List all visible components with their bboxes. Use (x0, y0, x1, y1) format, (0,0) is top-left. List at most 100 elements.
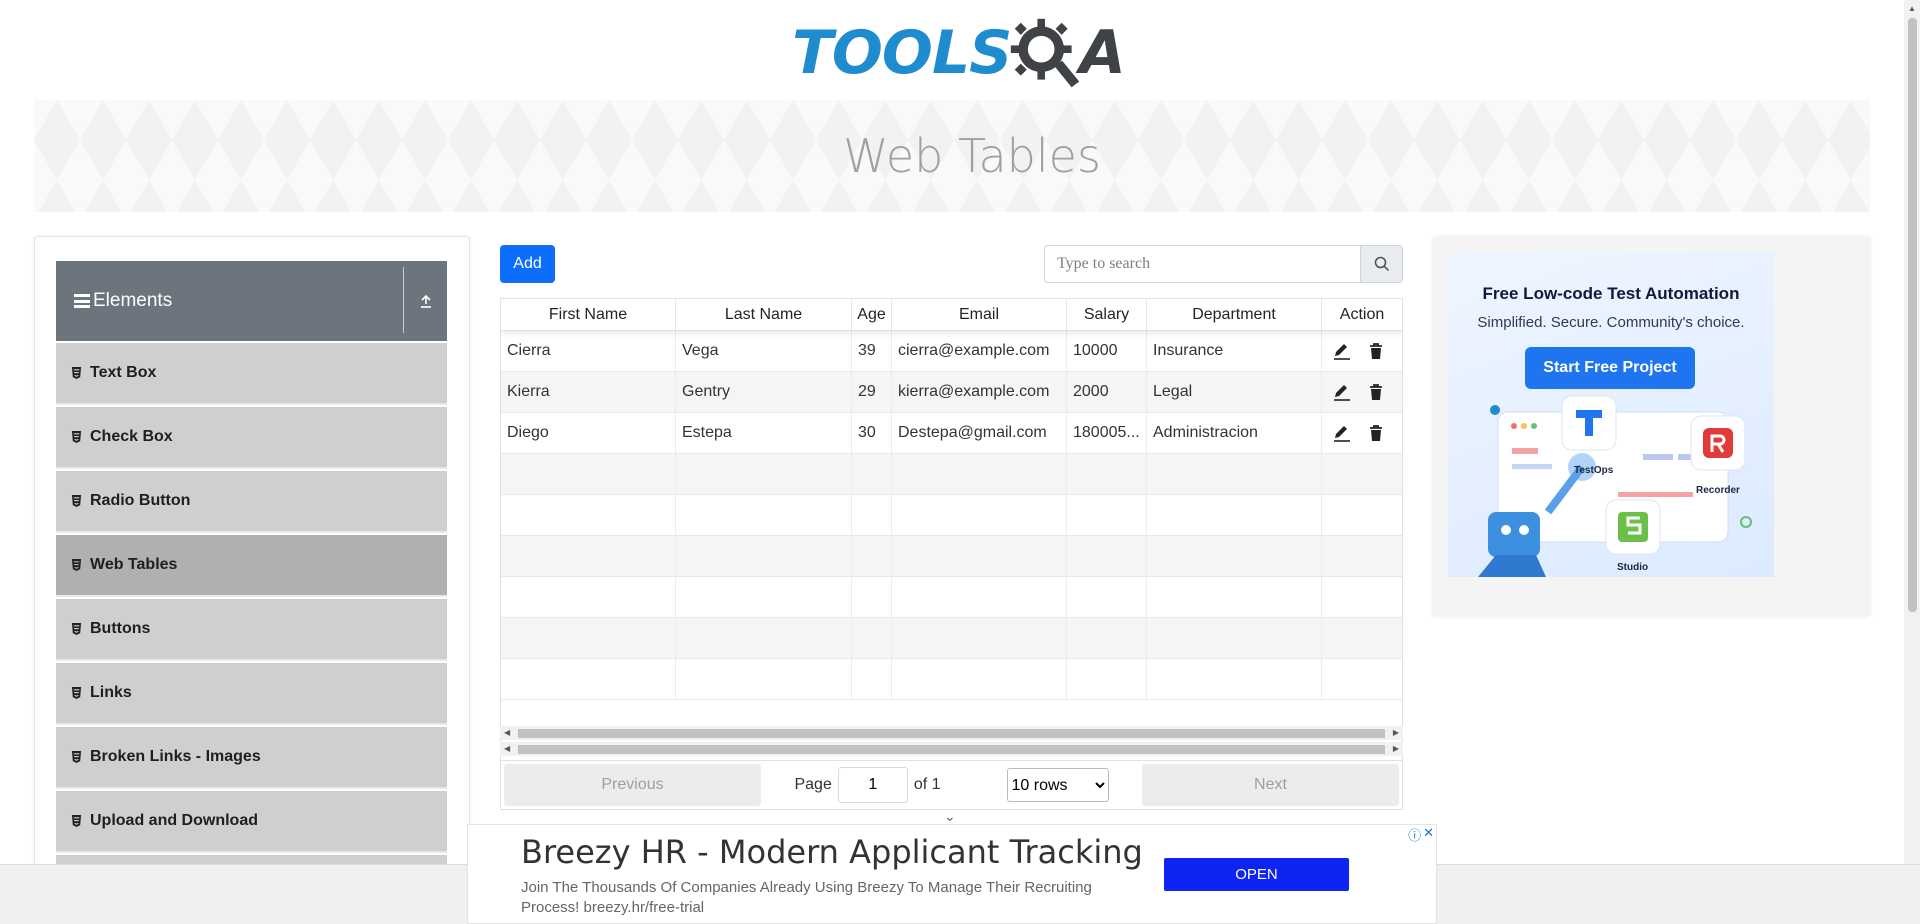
cell-first-name: Diego (501, 413, 676, 453)
ad-label-recorder: Recorder (1696, 485, 1740, 496)
cell-department: Legal (1147, 372, 1322, 412)
ad-card[interactable]: Free Low-code Test Automation Simplified… (1448, 252, 1774, 577)
cell-last-name: Vega (676, 331, 852, 371)
cell-age: 30 (852, 413, 892, 453)
column-header-email[interactable]: Email (892, 299, 1067, 330)
search-button[interactable] (1360, 245, 1403, 283)
close-icon[interactable]: ✕ (1423, 825, 1434, 844)
header-divider (403, 267, 404, 333)
html5-icon (71, 495, 82, 507)
bottom-advertisement[interactable]: Breezy HR - Modern Applicant Tracking Jo… (467, 824, 1437, 924)
empty-row (501, 495, 1402, 536)
empty-row (501, 536, 1402, 577)
column-header-department[interactable]: Department (1147, 299, 1322, 330)
html5-icon (71, 623, 82, 635)
delete-trash-icon[interactable] (1366, 341, 1386, 361)
sidebar-item-label: Buttons (90, 620, 151, 637)
edit-pencil-icon[interactable] (1332, 423, 1352, 443)
pagination: Previous Page of 1 10 rows Next (500, 760, 1403, 810)
table-row: Diego Estepa 30 Destepa@gmail.com 180005… (501, 413, 1402, 454)
sidebar-item-label: Broken Links - Images (90, 748, 261, 765)
column-header-first-name[interactable]: First Name (501, 299, 676, 330)
cell-last-name: Gentry (676, 372, 852, 412)
table-scrollbar-secondary[interactable]: ◀ ▶ (500, 742, 1403, 756)
html5-icon (71, 431, 82, 443)
rows-per-page-select[interactable]: 10 rows (1006, 768, 1109, 802)
sidebar-item-web-tables[interactable]: Web Tables (56, 535, 447, 597)
delete-trash-icon[interactable] (1366, 382, 1386, 402)
scroll-right-icon[interactable]: ▶ (1393, 728, 1399, 737)
elements-group-header[interactable]: Elements (56, 261, 447, 341)
html5-icon (71, 687, 82, 699)
empty-row (501, 454, 1402, 495)
sidebar-item-text-box[interactable]: Text Box (56, 343, 447, 405)
ad-choices[interactable]: ⓘ ✕ (1408, 825, 1434, 844)
scroll-left-icon[interactable]: ◀ (504, 728, 510, 737)
delete-trash-icon[interactable] (1366, 423, 1386, 443)
search-input[interactable] (1044, 245, 1360, 283)
previous-button[interactable]: Previous (504, 764, 761, 806)
table-scrollbar[interactable]: ◀ ▶ (500, 726, 1403, 740)
group-title: Elements (93, 290, 173, 311)
cell-salary: 10000 (1067, 331, 1147, 371)
column-header-action: Action (1339, 306, 1385, 323)
ad-label-testops: TestOps (1574, 465, 1614, 476)
info-icon[interactable]: ⓘ (1408, 825, 1421, 844)
cell-salary: 2000 (1067, 372, 1147, 412)
sidebar-menu: Text Box Check Box Radio Button Web Tabl… (56, 343, 447, 919)
page-label: Page (794, 776, 832, 793)
sidebar-item-upload-download[interactable]: Upload and Download (56, 791, 447, 853)
sidebar-item-label: Upload and Download (90, 812, 258, 829)
sidebar-item-label: Text Box (90, 364, 157, 381)
html5-icon (71, 367, 82, 379)
sidebar-item-label: Links (90, 684, 132, 701)
empty-row (501, 618, 1402, 659)
edit-pencil-icon[interactable] (1332, 382, 1352, 402)
cell-actions (1322, 372, 1402, 412)
scroll-up-icon[interactable]: ▲ (1908, 4, 1916, 13)
sidebar-item-label: Radio Button (90, 492, 191, 509)
cell-first-name: Kierra (501, 372, 676, 412)
add-button[interactable]: Add (500, 245, 555, 283)
ad-description: Join The Thousands Of Companies Already … (521, 879, 1092, 916)
chevron-down-icon[interactable]: ⌄ (944, 808, 956, 825)
page-scrollbar[interactable]: ▲ (1904, 0, 1920, 864)
cell-age: 29 (852, 372, 892, 412)
cell-department: Administracion (1147, 413, 1322, 453)
sidebar-item-links[interactable]: Links (56, 663, 447, 725)
side-advertisement[interactable]: Free Low-code Test Automation Simplified… (1433, 237, 1870, 616)
column-header-age[interactable]: Age (852, 299, 892, 330)
empty-row (501, 659, 1402, 700)
column-header-last-name[interactable]: Last Name (676, 299, 852, 330)
sidebar-item-radio-button[interactable]: Radio Button (56, 471, 447, 533)
scrollbar-thumb[interactable] (518, 745, 1385, 754)
cell-age: 39 (852, 331, 892, 371)
logo-text-a: A (1079, 18, 1126, 88)
html5-icon (71, 559, 82, 571)
cell-actions (1322, 413, 1402, 453)
ad-open-button[interactable]: OPEN (1164, 858, 1349, 891)
cell-email: Destepa@gmail.com (892, 413, 1067, 453)
sidebar-item-check-box[interactable]: Check Box (56, 407, 447, 469)
page-banner: Web Tables (34, 100, 1870, 212)
html5-icon (71, 751, 82, 763)
sidebar-item-broken-links[interactable]: Broken Links - Images (56, 727, 447, 789)
next-button[interactable]: Next (1142, 764, 1399, 806)
scroll-left-icon[interactable]: ◀ (504, 744, 510, 753)
ad-headline[interactable]: Breezy HR - Modern Applicant Tracking (521, 833, 1143, 871)
ad-subtitle: Simplified. Secure. Community's choice. (1477, 314, 1745, 331)
edit-pencil-icon[interactable] (1332, 341, 1352, 361)
page-jump-input[interactable] (837, 767, 908, 803)
column-header-salary[interactable]: Salary (1067, 299, 1147, 330)
start-free-project-button[interactable]: Start Free Project (1525, 347, 1695, 389)
table-row: Cierra Vega 39 cierra@example.com 10000 … (501, 331, 1402, 372)
cell-first-name: Cierra (501, 331, 676, 371)
cell-last-name: Estepa (676, 413, 852, 453)
page-scrollbar-thumb[interactable] (1908, 18, 1917, 612)
scrollbar-thumb[interactable] (518, 729, 1385, 738)
search-box (1044, 245, 1403, 283)
scroll-right-icon[interactable]: ▶ (1393, 744, 1399, 753)
toolsqa-logo[interactable]: TOOLS A (792, 16, 1126, 90)
collapse-up-icon[interactable] (418, 293, 434, 309)
sidebar-item-buttons[interactable]: Buttons (56, 599, 447, 661)
